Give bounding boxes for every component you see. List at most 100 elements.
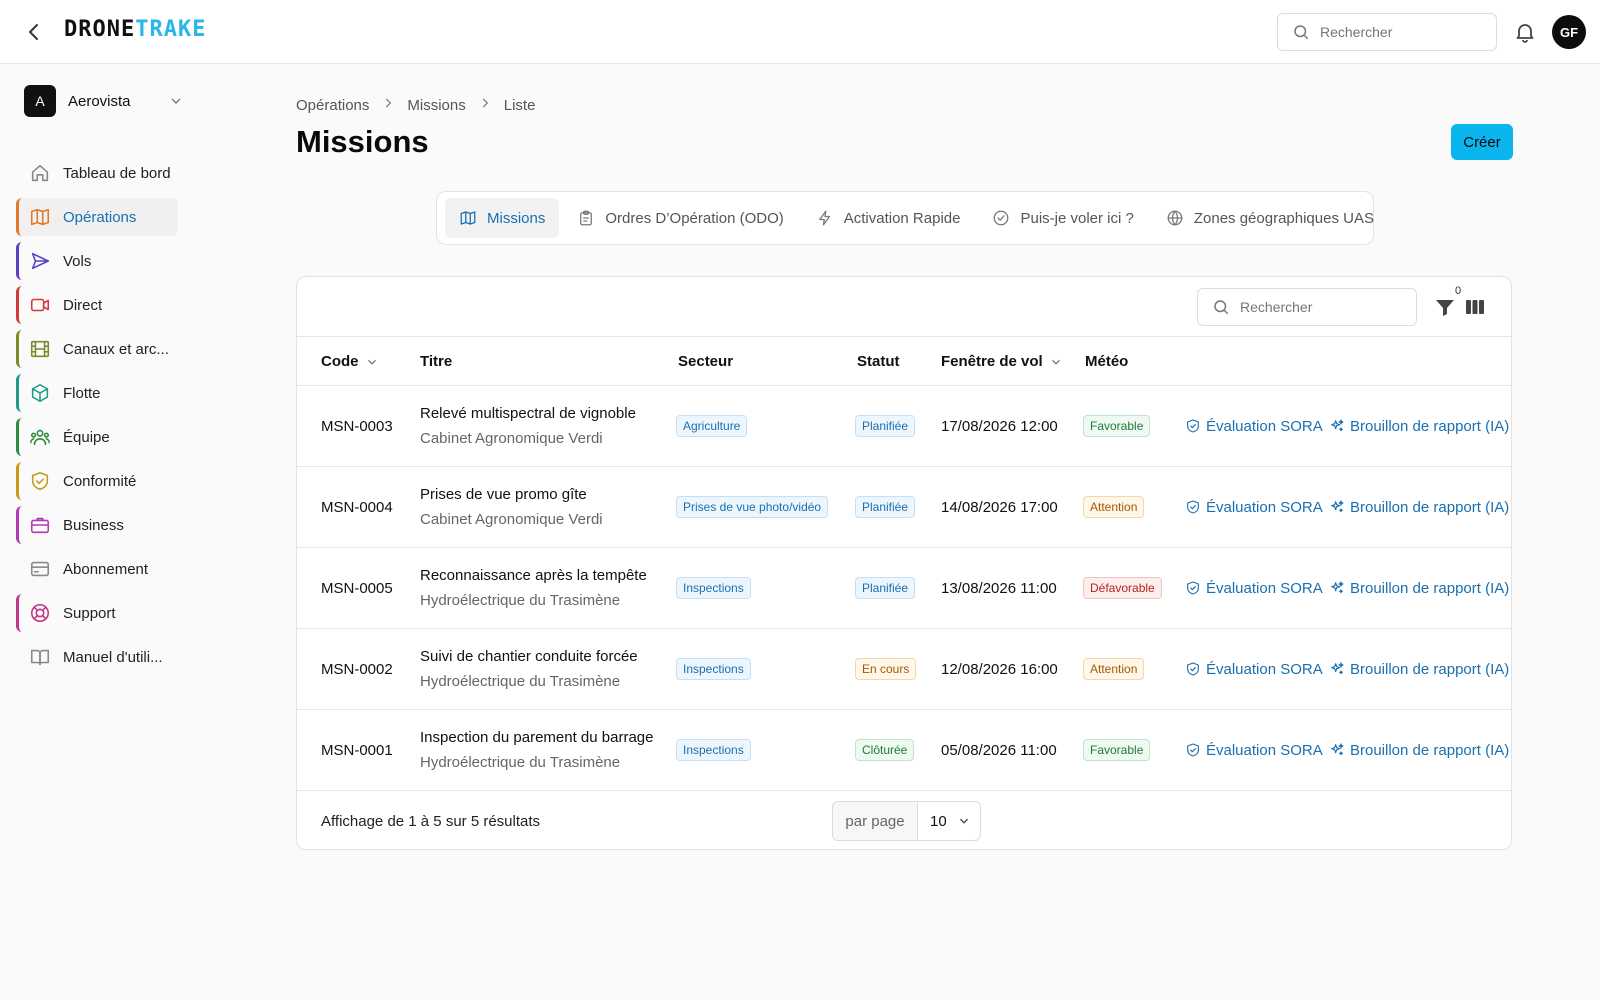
shield-check-icon xyxy=(1185,499,1201,515)
sidebar-item[interactable]: Opérations xyxy=(16,198,178,236)
status-badge: Planifiée xyxy=(855,415,916,437)
sidebar-item[interactable]: Conformité xyxy=(16,462,178,500)
user-avatar[interactable]: GF xyxy=(1552,15,1586,49)
sidebar-item[interactable]: Business xyxy=(16,506,178,544)
missions-table-card: 0 Code Titre Secteur Statut Fenêtre de vol Mé… xyxy=(296,276,1512,850)
back-arrow-icon[interactable] xyxy=(22,20,46,44)
sora-evaluation-label: Évaluation SORA xyxy=(1206,579,1323,597)
breadcrumb-item[interactable]: Opérations xyxy=(296,97,369,114)
ai-report-link[interactable]: Brouillon de rapport (IA) xyxy=(1329,661,1509,678)
table-row[interactable]: MSN-0001 Inspection du parement du barra… xyxy=(297,710,1511,791)
sidebar-item[interactable]: Manuel d'utili... xyxy=(16,638,178,676)
sora-evaluation-link[interactable]: Évaluation SORA xyxy=(1185,418,1323,435)
sidebar-item-label: Tableau de bord xyxy=(63,164,171,182)
column-header[interactable]: Secteur xyxy=(678,337,733,386)
bell-icon[interactable] xyxy=(1513,20,1537,44)
sora-evaluation-link[interactable]: Évaluation SORA xyxy=(1185,499,1323,516)
shield-icon xyxy=(29,470,51,492)
sidebar-item-label: Conformité xyxy=(63,472,137,490)
table-search[interactable] xyxy=(1197,288,1417,326)
table-footer: Affichage de 1 à 5 sur 5 résultats par p… xyxy=(297,791,1511,849)
table-search-input[interactable] xyxy=(1240,299,1400,315)
tab-label: Activation Rapide xyxy=(843,209,961,227)
tab[interactable]: Zones géographiques UAS xyxy=(1152,198,1388,238)
sora-evaluation-link[interactable]: Évaluation SORA xyxy=(1185,661,1323,678)
org-switcher[interactable]: A Aerovista xyxy=(24,84,184,118)
sidebar-item[interactable]: Flotte xyxy=(16,374,178,412)
app-logo[interactable]: DRONETRAKE xyxy=(64,17,206,42)
ai-report-link[interactable]: Brouillon de rapport (IA) xyxy=(1329,580,1509,597)
map-icon xyxy=(459,209,477,227)
zap-icon xyxy=(816,209,834,227)
breadcrumb-item[interactable]: Missions xyxy=(407,97,465,114)
filter-icon[interactable] xyxy=(1433,295,1457,319)
flight-window: 14/08/2026 17:00 xyxy=(941,498,1058,516)
ai-report-link[interactable]: Brouillon de rapport (IA) xyxy=(1329,418,1509,435)
global-search[interactable] xyxy=(1277,13,1497,51)
column-header-label: Météo xyxy=(1085,353,1129,370)
sparkles-icon xyxy=(1329,742,1345,758)
table-header: Code Titre Secteur Statut Fenêtre de vol Mété… xyxy=(297,337,1511,386)
create-button[interactable]: Créer xyxy=(1451,124,1513,160)
tab[interactable]: Missions xyxy=(445,198,560,238)
status-badge: Planifiée xyxy=(855,577,916,599)
column-header[interactable]: Statut xyxy=(857,337,900,386)
per-page-label: par page xyxy=(833,802,918,840)
status-badge: Clôturée xyxy=(855,739,915,761)
tab[interactable]: Activation Rapide xyxy=(802,198,975,238)
ai-report-link[interactable]: Brouillon de rapport (IA) xyxy=(1329,742,1509,759)
per-page-select[interactable]: par page 10 xyxy=(832,801,981,841)
sidebar-item[interactable]: Support xyxy=(16,594,178,632)
sora-evaluation-label: Évaluation SORA xyxy=(1206,741,1323,759)
table-row[interactable]: MSN-0005 Reconnaissance après la tempête… xyxy=(297,548,1511,629)
table-row[interactable]: MSN-0003 Relevé multispectral de vignobl… xyxy=(297,386,1511,467)
table-row[interactable]: MSN-0002 Suivi de chantier conduite forc… xyxy=(297,629,1511,710)
ai-report-label: Brouillon de rapport (IA) xyxy=(1350,579,1510,597)
tab-label: Missions xyxy=(487,209,546,227)
columns-icon[interactable] xyxy=(1463,295,1487,319)
table-row[interactable]: MSN-0004 Prises de vue promo gîte Cabine… xyxy=(297,467,1511,548)
sidebar-item-label: Opérations xyxy=(63,208,137,226)
mission-title[interactable]: Suivi de chantier conduite forcée xyxy=(420,648,638,665)
sidebar-item[interactable]: Vols xyxy=(16,242,178,280)
mission-title-cell: Prises de vue promo gîte Cabinet Agronom… xyxy=(420,467,603,547)
mission-title[interactable]: Prises de vue promo gîte xyxy=(420,486,587,503)
send-icon xyxy=(29,250,51,272)
mission-client: Cabinet Agronomique Verdi xyxy=(420,511,603,528)
mission-code: MSN-0003 xyxy=(321,417,393,435)
chevron-right-icon xyxy=(381,96,395,114)
sidebar-item[interactable]: Tableau de bord xyxy=(16,154,178,192)
ai-report-link[interactable]: Brouillon de rapport (IA) xyxy=(1329,499,1509,516)
weather-badge: Défavorable xyxy=(1083,577,1162,599)
sidebar-item[interactable]: Canaux et arc... xyxy=(16,330,178,368)
sora-evaluation-link[interactable]: Évaluation SORA xyxy=(1185,580,1323,597)
sidebar-item[interactable]: Direct xyxy=(16,286,178,324)
shield-check-icon xyxy=(1185,661,1201,677)
column-header[interactable]: Titre xyxy=(420,337,452,386)
column-header[interactable]: Fenêtre de vol xyxy=(941,337,1063,386)
mission-client: Hydroélectrique du Trasimène xyxy=(420,592,621,609)
box-icon xyxy=(29,382,51,404)
sidebar-item[interactable]: Abonnement xyxy=(16,550,178,588)
tab[interactable]: Ordres D’Opération (ODO) xyxy=(563,198,797,238)
table-body: MSN-0003 Relevé multispectral de vignobl… xyxy=(297,386,1511,791)
mission-title[interactable]: Reconnaissance après la tempête xyxy=(420,567,647,584)
column-header[interactable]: Météo xyxy=(1085,337,1128,386)
sidebar-item[interactable]: Équipe xyxy=(16,418,178,456)
sora-evaluation-link[interactable]: Évaluation SORA xyxy=(1185,742,1323,759)
mission-title[interactable]: Inspection du parement du barrage xyxy=(420,729,654,746)
mission-title-cell: Inspection du parement du barrage Hydroé… xyxy=(420,710,654,790)
tab[interactable]: Puis-je voler ici ? xyxy=(978,198,1147,238)
per-page-value-wrap[interactable]: 10 xyxy=(918,802,980,840)
mission-title[interactable]: Relevé multispectral de vignoble xyxy=(420,405,636,422)
column-header-label: Titre xyxy=(420,353,453,370)
sector-badge: Inspections xyxy=(676,739,751,761)
flight-window: 12/08/2026 16:00 xyxy=(941,660,1058,678)
check-circle-icon xyxy=(992,209,1010,227)
global-search-input[interactable] xyxy=(1320,24,1480,40)
breadcrumb: Opérations Missions Liste xyxy=(296,96,535,114)
chevron-right-icon xyxy=(478,96,492,114)
mission-code: MSN-0005 xyxy=(321,579,393,597)
column-header[interactable]: Code xyxy=(321,337,379,386)
sub-nav-tabs: Missions Ordres D’Opération (ODO) Activati… xyxy=(436,191,1374,245)
